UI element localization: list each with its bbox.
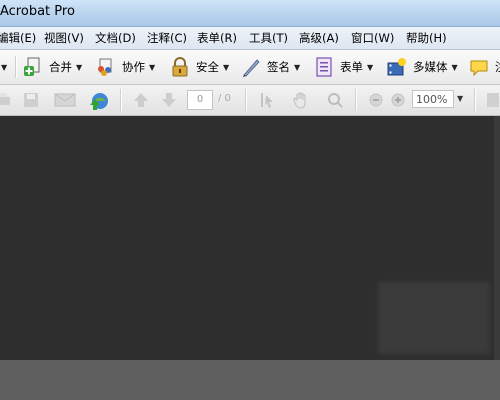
toolbar-separator — [15, 56, 17, 78]
collaborate-icon — [96, 57, 116, 77]
sign-label: 签名 — [267, 60, 290, 74]
security-button[interactable]: 安全 ▼ — [170, 56, 229, 78]
save-icon[interactable] — [22, 91, 40, 109]
multimedia-icon — [387, 57, 407, 77]
pen-icon — [241, 57, 261, 77]
forms-button[interactable]: 表单 ▼ — [314, 56, 373, 78]
menu-help[interactable]: 帮助(H) — [406, 30, 447, 46]
hand-tool-icon[interactable] — [292, 91, 310, 109]
toolbar-separator — [474, 89, 476, 111]
multimedia-button[interactable]: 多媒体 ▼ — [387, 56, 458, 78]
forms-label: 表单 — [340, 60, 363, 74]
menu-document[interactable]: 文档(D) — [95, 30, 136, 46]
menu-advanced[interactable]: 高级(A) — [299, 30, 339, 46]
multimedia-label: 多媒体 — [413, 60, 448, 74]
zoom-level-field[interactable]: 100% — [412, 90, 454, 108]
comment-button[interactable]: 注 — [469, 56, 500, 78]
chevron-down-icon: ▼ — [223, 62, 230, 72]
menu-bar: 编辑(E) 视图(V) 文档(D) 注释(C) 表单(R) 工具(T) 高级(A… — [0, 27, 500, 50]
window-title: Acrobat Pro — [0, 4, 75, 19]
marquee-zoom-icon[interactable] — [326, 91, 344, 109]
upload-globe-icon[interactable] — [88, 91, 110, 110]
blurred-panel — [378, 282, 490, 354]
toolbar-separator — [355, 89, 357, 111]
sign-button[interactable]: 签名 ▼ — [241, 56, 300, 78]
zoom-out-icon[interactable] — [367, 91, 385, 109]
menu-edit[interactable]: 编辑(E) — [0, 30, 36, 46]
page-number-input[interactable]: 0 — [187, 90, 213, 110]
workspace-bottom — [0, 360, 500, 400]
toolbar-separator — [245, 89, 247, 111]
menu-forms[interactable]: 表单(R) — [197, 30, 237, 46]
chevron-down-icon[interactable]: ▼ — [457, 94, 463, 103]
zoom-in-icon[interactable] — [389, 91, 407, 109]
chevron-down-icon: ▼ — [76, 62, 83, 72]
toolbar-left-dropdown[interactable]: ▼ — [0, 56, 7, 78]
combine-label: 合并 — [49, 60, 72, 74]
security-label: 安全 — [196, 60, 219, 74]
collaborate-label: 协作 — [122, 60, 145, 74]
chevron-down-icon: ▼ — [1, 62, 8, 72]
menu-comments[interactable]: 注释(C) — [147, 30, 187, 46]
comment-label: 注 — [495, 59, 500, 75]
chevron-down-icon: ▼ — [451, 62, 458, 72]
chevron-down-icon: ▼ — [367, 62, 374, 72]
print-icon[interactable] — [0, 91, 12, 109]
combine-icon — [23, 57, 43, 77]
lock-icon — [170, 57, 190, 77]
chevron-down-icon: ▼ — [294, 62, 301, 72]
collaborate-button[interactable]: 协作 ▼ — [96, 56, 155, 78]
navigation-toolbar: 0 / 0 100% ▼ — [0, 85, 500, 116]
page-total: / 0 — [218, 93, 231, 104]
comment-icon — [469, 57, 489, 77]
fit-page-icon[interactable] — [484, 91, 500, 109]
document-area[interactable] — [0, 116, 500, 360]
email-icon[interactable] — [54, 91, 76, 109]
next-page-icon[interactable] — [160, 91, 178, 109]
vertical-scrollbar[interactable] — [494, 116, 500, 360]
task-toolbar: ▼ 合并 ▼ 协作 ▼ 安全 ▼ 签名 ▼ 表单 ▼ 多媒体 ▼ — [0, 50, 500, 85]
menu-tools[interactable]: 工具(T) — [249, 30, 288, 46]
chevron-down-icon: ▼ — [149, 62, 156, 72]
select-text-icon[interactable] — [258, 91, 276, 109]
previous-page-icon[interactable] — [132, 91, 150, 109]
form-icon — [314, 57, 334, 77]
title-bar: Acrobat Pro — [0, 0, 500, 27]
menu-view[interactable]: 视图(V) — [44, 30, 84, 46]
combine-button[interactable]: 合并 ▼ — [23, 56, 82, 78]
toolbar-separator — [120, 89, 122, 111]
menu-window[interactable]: 窗口(W) — [351, 30, 394, 46]
